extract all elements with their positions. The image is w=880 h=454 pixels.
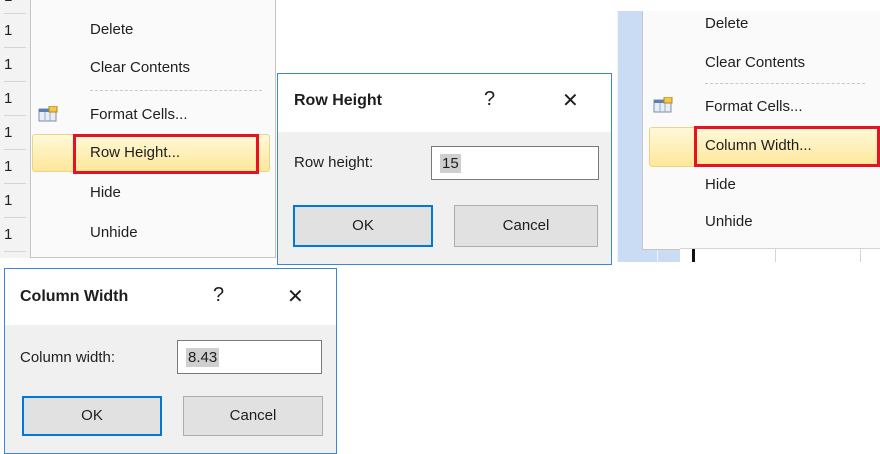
dialog-title: Column Width [20, 288, 129, 305]
row-height-dialog: Row Height ? ✕ Row height: 15 OK Cancel [277, 73, 612, 265]
column-width-label: Column width: [20, 349, 116, 366]
format-cells-icon [653, 97, 673, 113]
ok-button[interactable]: OK [293, 205, 433, 247]
help-icon[interactable]: ? [484, 88, 495, 111]
ok-button[interactable]: OK [22, 396, 162, 436]
row-header-strip: 1 1 1 1 1 1 1 1 [0, 0, 31, 258]
menu-item-column-width[interactable]: Column Width... [705, 129, 812, 163]
cell-border [775, 249, 776, 262]
menu-item-unhide[interactable]: Unhide [705, 205, 753, 239]
cell-border [692, 249, 695, 262]
close-icon[interactable]: ✕ [287, 284, 304, 309]
close-icon[interactable]: ✕ [562, 88, 579, 113]
menu-item-clear-contents[interactable]: Clear Contents [90, 51, 190, 85]
row-height-input[interactable]: 15 [431, 146, 599, 180]
menu-item-delete[interactable]: Delete [705, 11, 748, 41]
row-context-menu: 1 1 1 1 1 1 1 1 Delete Clear Contents Fo… [0, 0, 276, 258]
menu-item-row-height[interactable]: Row Height... [90, 136, 180, 170]
worksheet-cells [680, 248, 880, 262]
column-width-input[interactable]: 8.43 [177, 340, 322, 374]
row-number[interactable]: 1 [4, 82, 26, 116]
dialog-title: Row Height [294, 92, 382, 109]
row-number[interactable]: 1 [4, 184, 26, 218]
row-number[interactable]: 1 [4, 48, 26, 82]
row-number[interactable]: 1 [4, 0, 26, 14]
row-number[interactable]: 1 [4, 116, 26, 150]
column-width-dialog: Column Width ? ✕ Column width: 8.43 OK C… [4, 268, 337, 454]
menu-item-format-cells[interactable]: Format Cells... [90, 98, 188, 132]
format-cells-icon [38, 106, 58, 122]
menu-separator [705, 83, 865, 84]
row-height-label: Row height: [294, 154, 374, 171]
menu-item-hide[interactable]: Hide [90, 176, 121, 210]
row-number[interactable]: 1 [4, 218, 26, 252]
menu-item-hide[interactable]: Hide [705, 168, 736, 202]
column-context-menu: Delete Clear Contents Format Cells... Co… [617, 11, 880, 262]
row-number[interactable]: 1 [4, 14, 26, 48]
row-number[interactable]: 1 [4, 150, 26, 184]
menu-item-format-cells[interactable]: Format Cells... [705, 90, 803, 124]
help-icon[interactable]: ? [213, 284, 224, 307]
cell-border [860, 249, 861, 262]
menu-item-unhide[interactable]: Unhide [90, 216, 138, 250]
cancel-button[interactable]: Cancel [454, 205, 598, 247]
row-height-value: 15 [440, 154, 461, 173]
menu-separator [90, 90, 262, 91]
menu-item-delete[interactable]: Delete [90, 13, 133, 47]
column-width-value: 8.43 [186, 348, 220, 367]
menu-item-clear-contents[interactable]: Clear Contents [705, 46, 805, 80]
cancel-button[interactable]: Cancel [183, 396, 323, 436]
